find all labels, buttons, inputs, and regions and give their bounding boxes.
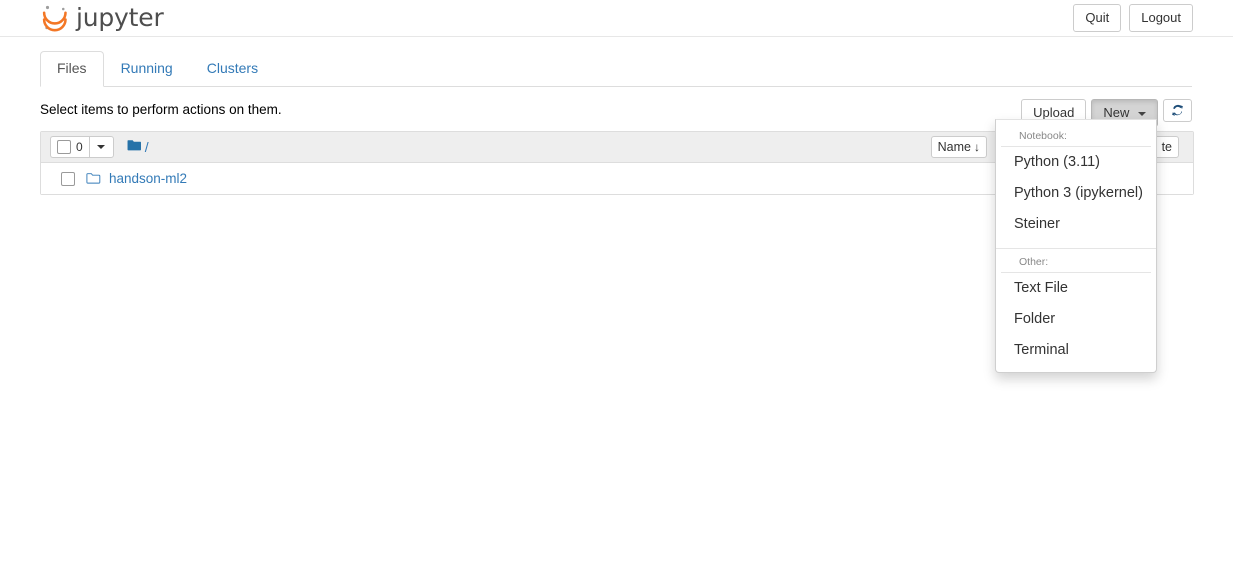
- select-all-checkbox-button[interactable]: 0: [50, 136, 89, 158]
- menu-section-notebook-header: Notebook:: [1001, 125, 1151, 147]
- menu-item-terminal[interactable]: Terminal: [996, 335, 1156, 366]
- folder-outline-icon: [86, 172, 101, 185]
- breadcrumb: /: [127, 139, 149, 155]
- file-name-link[interactable]: handson-ml2: [109, 171, 187, 186]
- jupyter-logo-text: jupyter: [76, 2, 164, 32]
- tab-running[interactable]: Running: [104, 51, 190, 87]
- app-header: jupyter Quit Logout: [0, 0, 1233, 37]
- tab-clusters[interactable]: Clusters: [190, 51, 275, 87]
- folder-filled-icon[interactable]: [127, 139, 142, 155]
- selection-hint-text: Select items to perform actions on them.: [40, 102, 282, 117]
- menu-item-python3-ipykernel[interactable]: Python 3 (ipykernel): [996, 178, 1156, 209]
- jupyter-logo[interactable]: jupyter: [40, 0, 164, 36]
- logout-button[interactable]: Logout: [1129, 4, 1193, 32]
- menu-item-steiner[interactable]: Steiner: [996, 209, 1156, 240]
- header-buttons: Quit Logout: [1073, 4, 1193, 32]
- sort-date-label: te: [1161, 140, 1172, 154]
- jupyter-logo-icon: [40, 3, 70, 33]
- sort-name-label: Name: [937, 140, 971, 154]
- arrow-down-icon: ↓: [974, 140, 980, 154]
- menu-divider: [996, 248, 1156, 250]
- tab-files[interactable]: Files: [40, 51, 104, 87]
- menu-item-text-file[interactable]: Text File: [996, 273, 1156, 304]
- menu-item-python-311[interactable]: Python (3.11): [996, 147, 1156, 178]
- new-button-label: New: [1103, 105, 1130, 120]
- menu-section-other-header: Other:: [1001, 251, 1151, 274]
- chevron-down-icon: [97, 145, 106, 149]
- select-all-checkbox[interactable]: [57, 140, 71, 154]
- quit-button[interactable]: Quit: [1073, 4, 1122, 32]
- row-checkbox[interactable]: [61, 171, 75, 186]
- refresh-button[interactable]: [1163, 99, 1192, 122]
- chevron-down-icon: [1138, 111, 1146, 116]
- breadcrumb-separator: /: [144, 139, 149, 155]
- select-all-group[interactable]: 0: [50, 136, 114, 158]
- select-menu-button[interactable]: [88, 136, 114, 158]
- sort-by-name-button[interactable]: Name ↓: [930, 136, 987, 158]
- selected-count: 0: [76, 140, 83, 154]
- tab-bar-wrapper: Files Running Clusters: [0, 51, 1233, 87]
- refresh-icon: [1171, 104, 1184, 117]
- tab-bar: Files Running Clusters: [40, 51, 1192, 87]
- menu-item-folder[interactable]: Folder: [996, 304, 1156, 335]
- new-menu-dropdown: Notebook: Python (3.11) Python 3 (ipyker…: [995, 119, 1157, 374]
